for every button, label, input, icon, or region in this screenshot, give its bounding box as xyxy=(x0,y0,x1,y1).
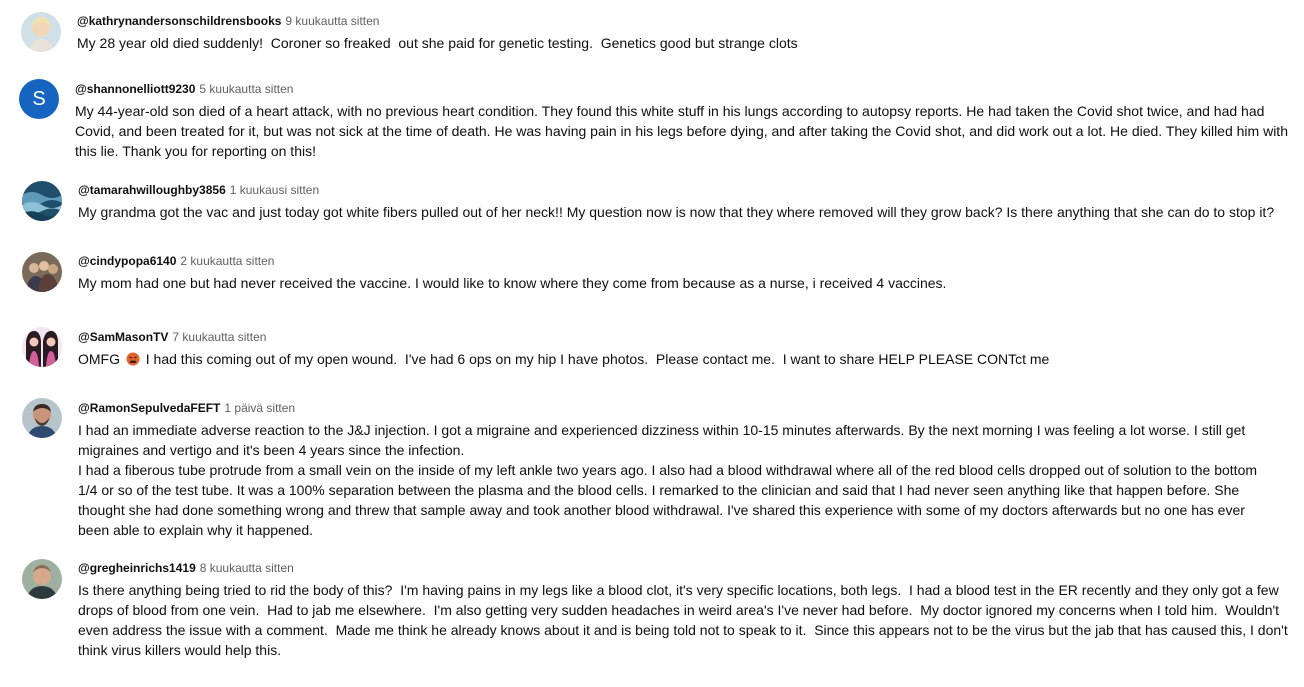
comment-timestamp[interactable]: 2 kuukautta sitten xyxy=(180,254,274,268)
comment-text-rest: I had this coming out of my open wound. … xyxy=(141,351,1050,367)
comment-timestamp[interactable]: 1 kuukausi sitten xyxy=(230,183,319,197)
comment-text: I had an immediate adverse reaction to t… xyxy=(78,422,1258,538)
comment-text: My 44-year-old son died of a heart attac… xyxy=(75,103,1292,159)
comment-author[interactable]: @RamonSepulvedaFEFT xyxy=(78,401,220,415)
comment-text-start: OMFG xyxy=(78,351,120,367)
comment-timestamp[interactable]: 7 kuukautta sitten xyxy=(172,330,266,344)
avatar[interactable] xyxy=(22,559,62,599)
comment-text: My 28 year old died suddenly! Coroner so… xyxy=(77,35,798,51)
avatar[interactable]: S xyxy=(19,79,59,119)
comment-text: My mom had one but had never received th… xyxy=(78,275,947,291)
avatar[interactable] xyxy=(22,181,62,221)
avatar[interactable] xyxy=(22,327,62,367)
comment-author[interactable]: @shannonelliott9230 xyxy=(75,82,195,96)
comment-author[interactable]: @kathrynandersonschildrensbooks xyxy=(77,14,281,28)
comment-timestamp[interactable]: 9 kuukautta sitten xyxy=(285,14,379,28)
comment-text: OMFG I had this coming out of my open wo… xyxy=(78,349,1293,369)
comment-text: My grandma got the vac and just today go… xyxy=(78,204,1275,220)
comment-timestamp[interactable]: 1 päivä sitten xyxy=(224,401,295,415)
avatar[interactable] xyxy=(22,398,62,438)
comment-timestamp[interactable]: 5 kuukautta sitten xyxy=(199,82,293,96)
comment-text: Is there anything being tried to rid the… xyxy=(78,582,1292,658)
comment-author[interactable]: @tamarahwilloughby3856 xyxy=(78,183,226,197)
comment-author[interactable]: @SamMasonTV xyxy=(78,330,168,344)
comment-author[interactable]: @cindypopa6140 xyxy=(78,254,176,268)
angry-face-emoji xyxy=(126,351,140,366)
avatar[interactable] xyxy=(21,12,61,52)
comment-author[interactable]: @gregheinrichs1419 xyxy=(78,561,196,575)
avatar-letter: S xyxy=(32,87,46,110)
avatar[interactable] xyxy=(22,252,62,292)
comment-timestamp[interactable]: 8 kuukautta sitten xyxy=(200,561,294,575)
